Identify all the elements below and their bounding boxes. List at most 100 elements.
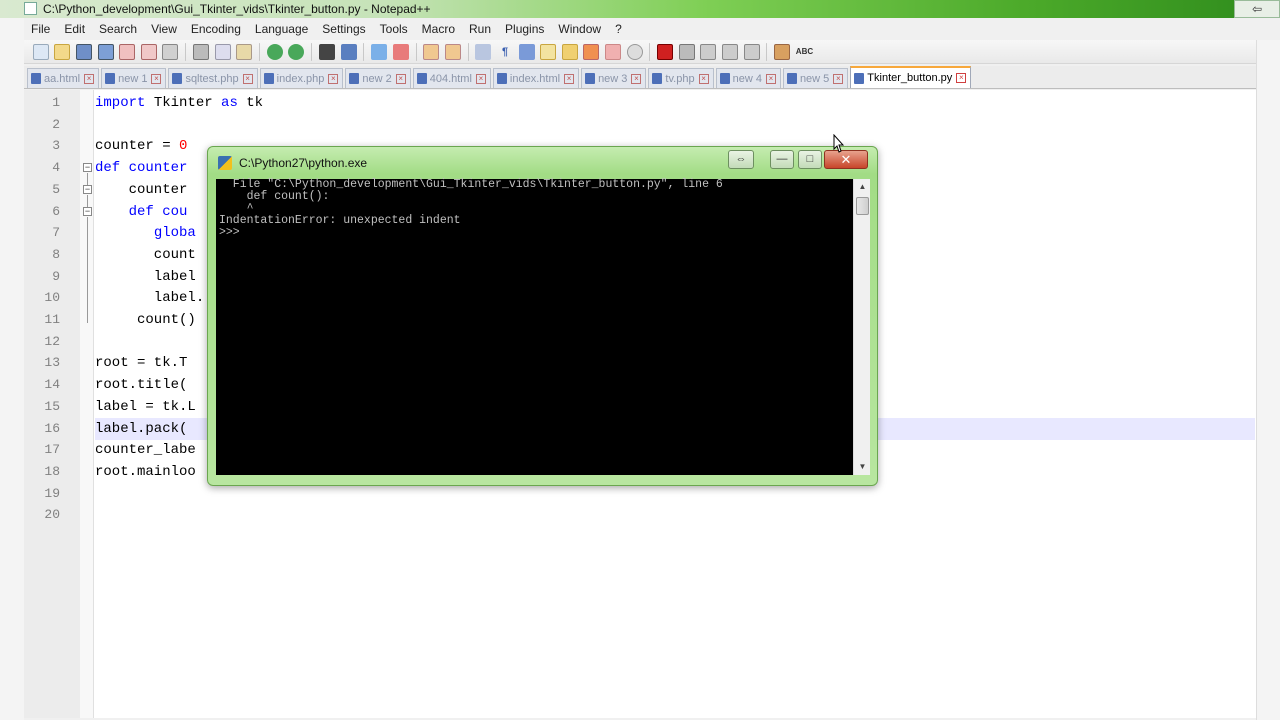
style-configurator-icon[interactable] <box>561 43 578 60</box>
fold-toggle-icon[interactable]: − <box>83 163 92 172</box>
tab-close-icon[interactable]: × <box>956 73 967 83</box>
menu-item-run[interactable]: Run <box>462 19 498 40</box>
tab-close-icon[interactable]: × <box>242 73 253 84</box>
code-token: cou <box>162 203 188 220</box>
find-icon[interactable] <box>318 43 335 60</box>
monitoring-icon[interactable] <box>626 43 643 60</box>
close-all-icon[interactable] <box>140 43 157 60</box>
tab-close-icon[interactable]: × <box>84 73 95 84</box>
document-tab[interactable]: index.html × <box>492 68 580 88</box>
save-macro-icon[interactable] <box>743 43 760 60</box>
replace-icon[interactable] <box>340 43 357 60</box>
console-title: C:\Python27\python.exe <box>239 156 368 170</box>
menu-item-edit[interactable]: Edit <box>57 19 92 40</box>
file-icon <box>416 73 427 84</box>
console-minimize-button[interactable]: — <box>770 150 794 169</box>
console-restore-icon[interactable]: ⇔ <box>728 150 754 169</box>
file-icon <box>31 73 41 84</box>
indent-guide-icon[interactable] <box>518 43 535 60</box>
code-token: counter <box>95 181 188 198</box>
tab-close-icon[interactable]: × <box>698 73 709 84</box>
menu-item-help[interactable]: ? <box>608 19 629 40</box>
plugin-icon[interactable] <box>774 43 791 60</box>
fold-toggle-icon[interactable]: − <box>83 207 92 216</box>
tab-close-icon[interactable]: × <box>395 73 406 84</box>
menu-item-language[interactable]: Language <box>248 19 315 40</box>
document-tab[interactable]: new 2 × <box>345 68 411 88</box>
scroll-up-icon[interactable]: ▲ <box>854 179 871 195</box>
menu-item-file[interactable]: File <box>24 19 57 40</box>
toolbar-separator <box>258 42 260 61</box>
word-wrap-icon[interactable] <box>475 43 492 60</box>
save-all-icon[interactable] <box>97 43 114 60</box>
code-token: counter_labe <box>95 442 196 459</box>
document-tab[interactable]: new 5 × <box>782 68 849 88</box>
tab-close-icon[interactable]: × <box>151 73 162 84</box>
document-tab[interactable]: new 4 × <box>715 68 781 88</box>
toolbar-separator <box>185 42 187 61</box>
document-map-icon[interactable] <box>583 43 600 60</box>
redo-icon[interactable] <box>288 43 305 60</box>
tab-close-icon[interactable]: × <box>475 73 486 84</box>
close-file-icon[interactable] <box>119 43 136 60</box>
console-scrollbar[interactable]: ▲ ▼ <box>853 179 870 475</box>
new-file-icon[interactable] <box>32 43 49 60</box>
sync-horizontal-icon[interactable] <box>444 43 461 60</box>
scroll-down-icon[interactable]: ▼ <box>854 459 871 475</box>
menu-item-plugins[interactable]: Plugins <box>498 19 551 40</box>
spell-check-icon[interactable]: ABC <box>796 44 813 60</box>
menu-item-encoding[interactable]: Encoding <box>184 19 248 40</box>
play-macro-icon[interactable] <box>700 43 717 60</box>
menu-item-window[interactable]: Window <box>551 19 608 40</box>
python-console-window[interactable]: C:\Python27\python.exe ⇔ — □ ✕ File "C:\… <box>207 146 878 486</box>
function-list-icon[interactable] <box>605 43 622 60</box>
run-macro-multiple-icon[interactable] <box>722 43 739 60</box>
menu-item-tools[interactable]: Tools <box>373 19 415 40</box>
undo-icon[interactable] <box>266 43 283 60</box>
document-tab[interactable]: tv.php × <box>648 68 714 88</box>
console-output-area[interactable]: File "C:\Python_development\Gui_Tkinter_… <box>216 179 853 475</box>
scroll-thumb[interactable] <box>856 197 869 215</box>
menu-item-search[interactable]: Search <box>92 19 144 40</box>
left-edge <box>0 18 24 720</box>
code-line[interactable] <box>95 504 1255 526</box>
zoom-out-icon[interactable] <box>392 43 409 60</box>
tab-close-icon[interactable]: × <box>765 73 776 84</box>
copy-icon[interactable] <box>214 43 231 60</box>
show-all-characters-icon[interactable]: ¶ <box>497 44 513 60</box>
tab-close-icon[interactable]: × <box>328 73 339 84</box>
fold-toggle-icon[interactable]: − <box>83 185 92 194</box>
sync-vertical-icon[interactable] <box>423 43 440 60</box>
document-tab[interactable]: 404.html × <box>412 68 491 88</box>
open-file-icon[interactable] <box>54 43 71 60</box>
tab-close-icon[interactable]: × <box>564 73 575 84</box>
document-tab[interactable]: Tkinter_button.py × <box>850 66 972 88</box>
console-close-button[interactable]: ✕ <box>824 150 868 169</box>
document-tab[interactable]: sqltest.php × <box>168 68 258 88</box>
cut-icon[interactable] <box>192 43 209 60</box>
paste-icon[interactable] <box>236 43 253 60</box>
stop-macro-icon[interactable] <box>678 43 695 60</box>
tab-close-icon[interactable]: × <box>833 73 844 84</box>
record-macro-icon[interactable] <box>657 43 674 60</box>
menu-item-settings[interactable]: Settings <box>315 19 372 40</box>
console-maximize-button[interactable]: □ <box>798 150 822 169</box>
zoom-in-icon[interactable] <box>371 43 388 60</box>
save-icon[interactable] <box>75 43 92 60</box>
document-tab[interactable]: index.php × <box>259 68 344 88</box>
menu-item-view[interactable]: View <box>144 19 184 40</box>
restore-window-button[interactable]: ⇦ <box>1234 0 1280 18</box>
line-number: 19 <box>44 485 60 501</box>
tab-close-icon[interactable]: × <box>631 73 642 84</box>
document-tab[interactable]: aa.html × <box>27 68 100 88</box>
code-line[interactable]: import Tkinter as tk <box>95 92 1255 114</box>
print-icon[interactable] <box>162 43 179 60</box>
console-title-bar[interactable]: C:\Python27\python.exe ⇔ — □ ✕ <box>208 147 877 177</box>
menu-item-macro[interactable]: Macro <box>415 19 462 40</box>
file-icon <box>585 73 596 84</box>
document-tab[interactable]: new 3 × <box>581 68 647 88</box>
code-line[interactable] <box>95 114 1255 136</box>
language-icon[interactable] <box>540 43 557 60</box>
tab-label: sqltest.php <box>185 72 239 85</box>
document-tab[interactable]: new 1 × <box>101 68 167 88</box>
